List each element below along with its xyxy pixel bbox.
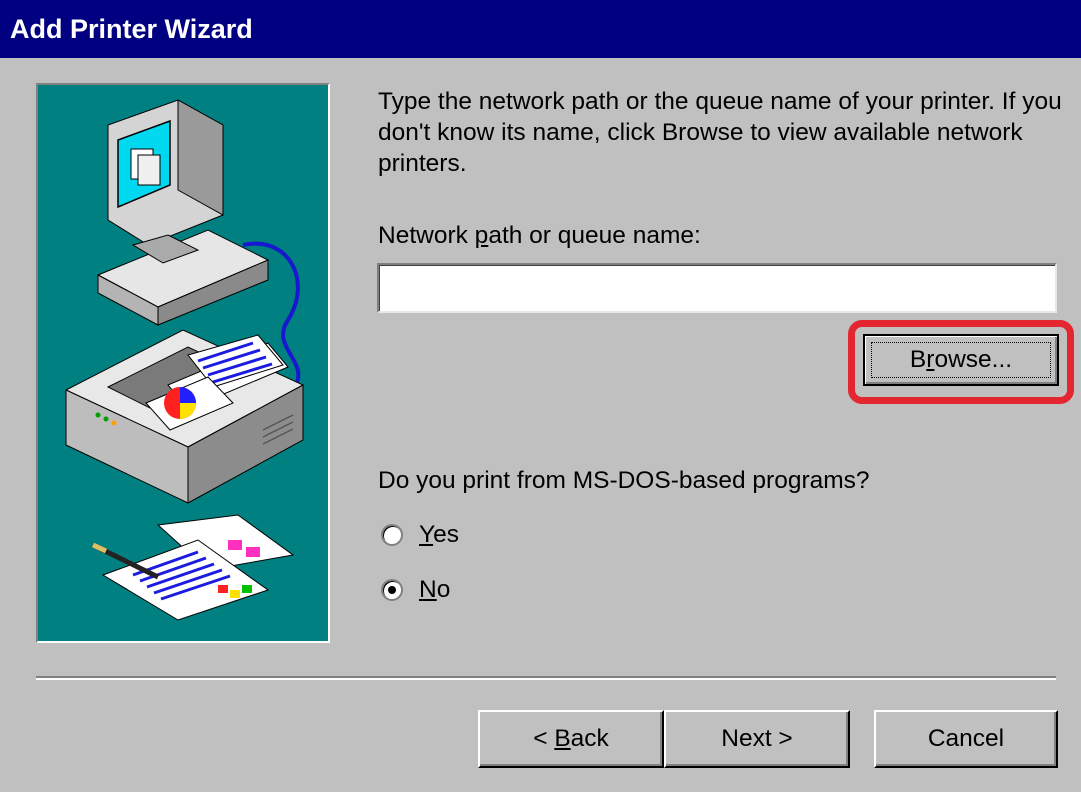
radio-button-yes[interactable]: [381, 524, 403, 546]
footer-separator: [36, 676, 1056, 680]
label-text: ack: [570, 725, 609, 752]
cancel-button[interactable]: Cancel: [874, 710, 1058, 768]
label-text: es: [433, 521, 459, 548]
label-text: o: [436, 576, 451, 603]
msdos-question: Do you print from MS-DOS-based programs?: [378, 467, 870, 494]
network-path-label: Network path or queue name:: [378, 222, 701, 250]
label-mnemonic: N: [419, 576, 437, 603]
browse-label: Browse...: [910, 346, 1012, 373]
network-path-input[interactable]: [377, 263, 1057, 313]
printer-illustration: [64, 329, 305, 504]
label-mnemonic: Y: [419, 521, 434, 548]
label-text: <: [533, 725, 555, 752]
instruction-text: Type the network path or the queue name …: [378, 88, 1062, 177]
title-bar[interactable]: Add Printer Wizard: [0, 0, 1081, 58]
computer-illustration: [96, 99, 270, 326]
wizard-illustration-panel: [36, 83, 330, 643]
printed-pages-illustration: [91, 514, 295, 621]
back-button[interactable]: < Back: [478, 710, 664, 768]
label-text: B: [909, 346, 927, 373]
wizard-illustration: [64, 99, 305, 621]
label-mnemonic: p: [474, 222, 489, 249]
browse-button[interactable]: Browse...: [863, 334, 1059, 386]
radio-label-no: No: [419, 576, 450, 604]
radio-no[interactable]: No: [381, 576, 450, 604]
window-title: Add Printer Wizard: [10, 14, 253, 44]
radio-yes[interactable]: Yes: [381, 521, 459, 549]
radio-button-no[interactable]: [381, 579, 403, 601]
next-button[interactable]: Next >: [664, 710, 850, 768]
label-text: ath or queue name:: [488, 222, 701, 249]
radio-label-yes: Yes: [419, 521, 459, 549]
label-mnemonic: B: [554, 725, 571, 752]
label-text: owse...: [934, 346, 1013, 373]
label-text: Network: [378, 222, 475, 249]
